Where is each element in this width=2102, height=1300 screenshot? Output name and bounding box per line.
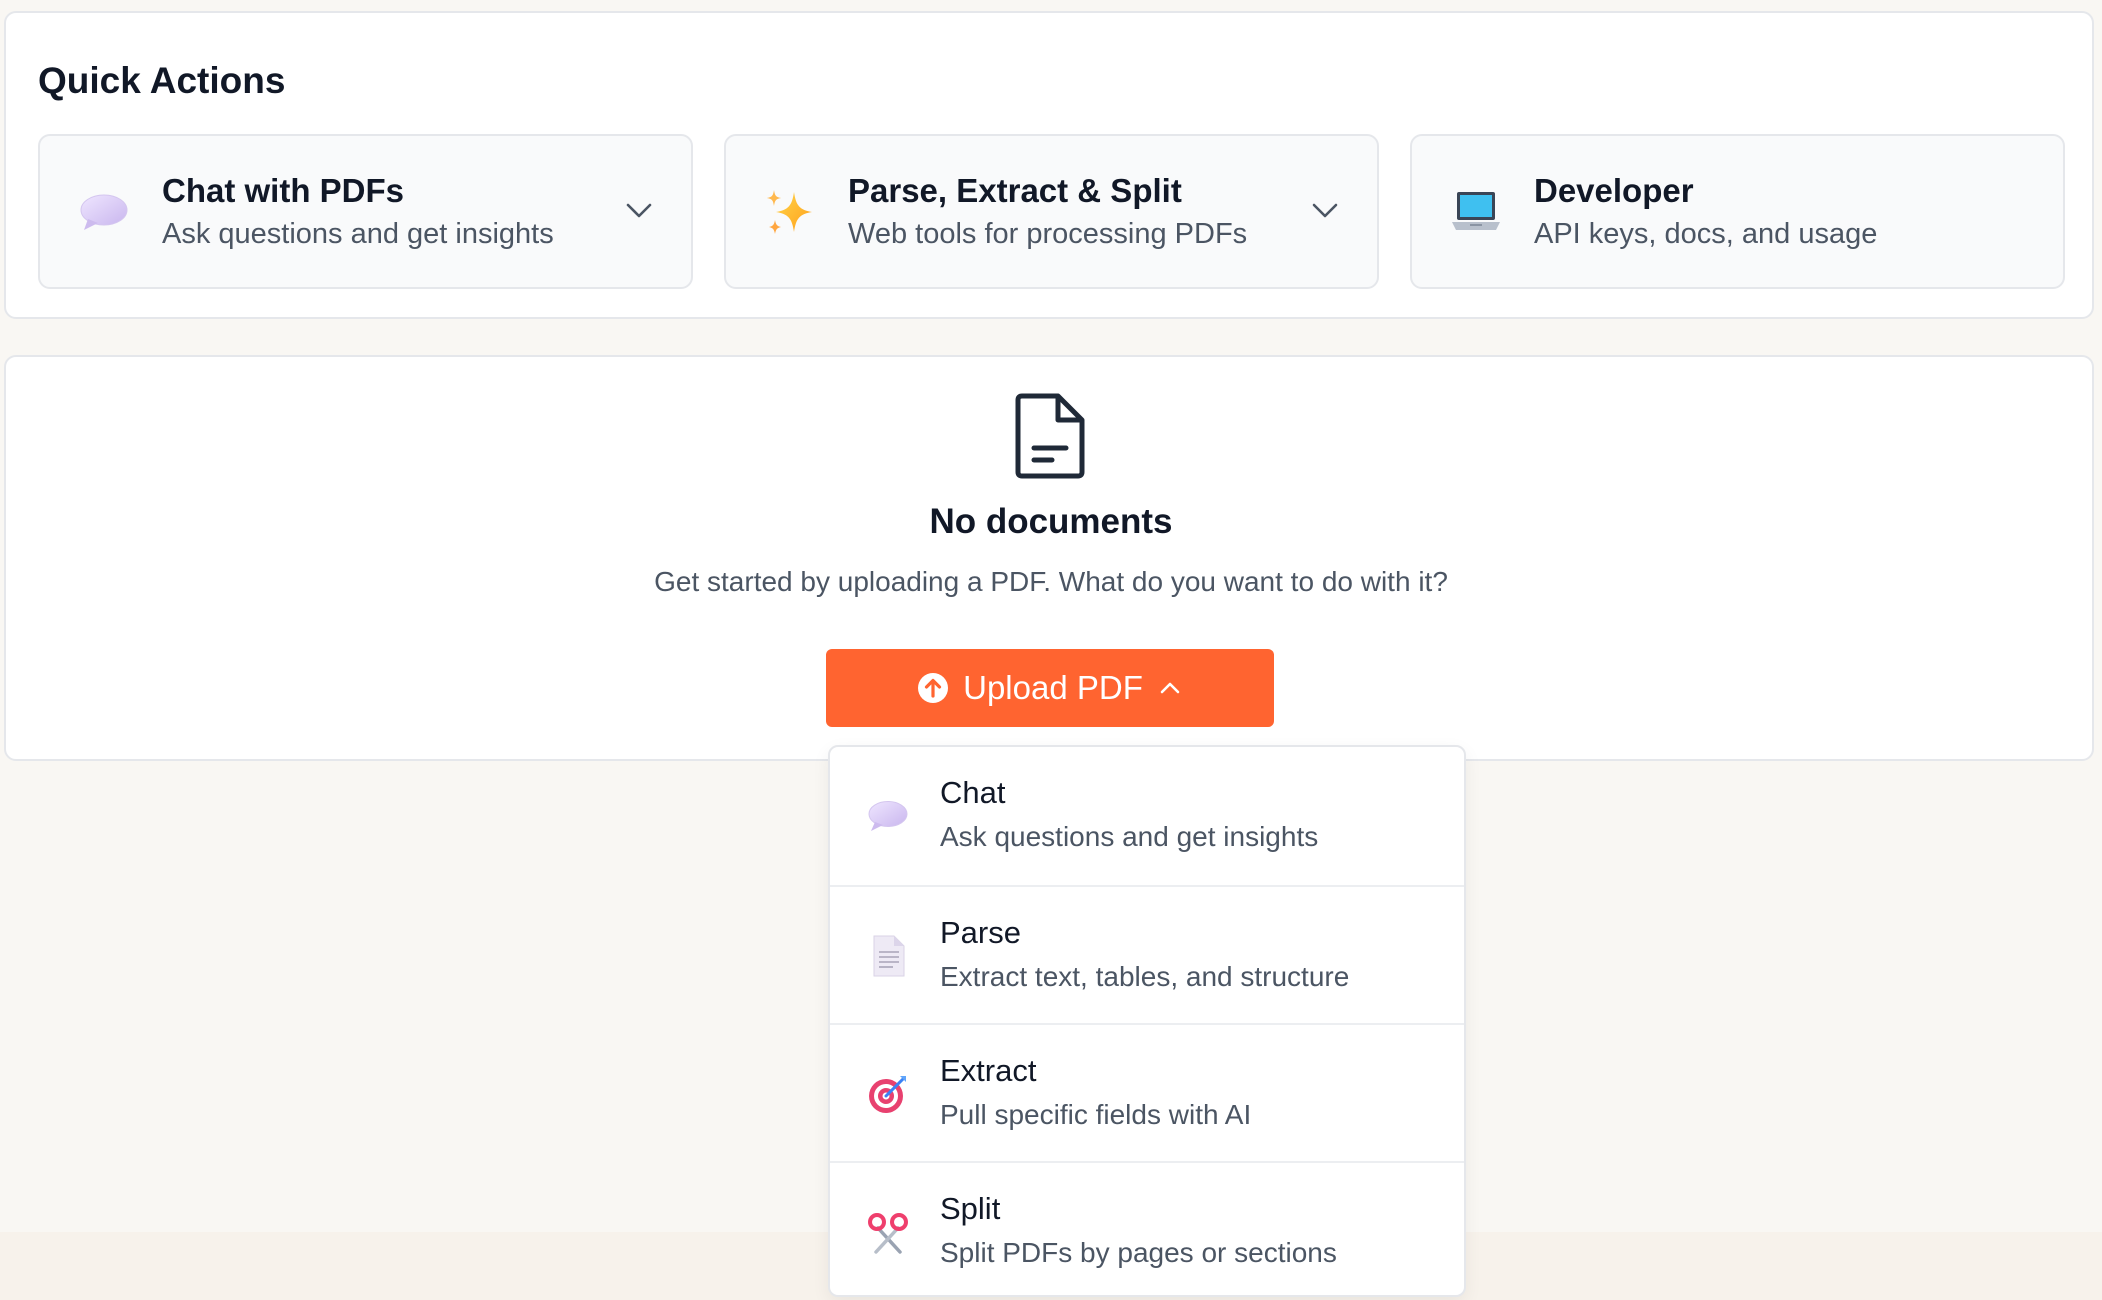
card-title: Chat with PDFs bbox=[162, 172, 405, 209]
chevron-down-icon[interactable] bbox=[1309, 194, 1341, 226]
target-icon bbox=[869, 1076, 906, 1113]
menu-item-title: Chat bbox=[940, 775, 1006, 810]
empty-state-subtitle: Get started by uploading a PDF. What do … bbox=[654, 566, 1448, 597]
speech-bubble-icon bbox=[80, 194, 128, 230]
menu-item-subtitle: Extract text, tables, and structure bbox=[940, 961, 1350, 992]
chevron-down-icon[interactable] bbox=[623, 194, 655, 226]
upload-circle-icon bbox=[918, 673, 949, 703]
menu-item-chat[interactable]: Chat Ask questions and get insights bbox=[830, 747, 1464, 885]
card-subtitle: Web tools for processing PDFs bbox=[848, 218, 1248, 250]
menu-item-subtitle: Split PDFs by pages or sections bbox=[940, 1237, 1337, 1268]
card-subtitle: Ask questions and get insights bbox=[162, 218, 554, 250]
chevron-up-icon bbox=[1160, 682, 1180, 694]
menu-item-extract[interactable]: Extract Pull specific fields with AI bbox=[830, 1023, 1464, 1161]
menu-item-title: Split bbox=[940, 1191, 1001, 1226]
card-title: Developer bbox=[1534, 172, 1694, 209]
quick-actions-panel: Quick Actions Chat with PDFs Ask questio… bbox=[4, 11, 2094, 319]
menu-item-title: Extract bbox=[940, 1053, 1037, 1088]
upload-pdf-button[interactable]: Upload PDF bbox=[826, 649, 1274, 727]
menu-item-subtitle: Pull specific fields with AI bbox=[940, 1099, 1252, 1130]
card-subtitle: API keys, docs, and usage bbox=[1534, 218, 1878, 250]
card-title: Parse, Extract & Split bbox=[848, 172, 1182, 209]
developer-card[interactable]: Developer API keys, docs, and usage bbox=[1410, 134, 2065, 289]
menu-item-parse[interactable]: Parse Extract text, tables, and structur… bbox=[830, 885, 1464, 1023]
chat-with-pdfs-card[interactable]: Chat with PDFs Ask questions and get ins… bbox=[38, 134, 693, 289]
quick-actions-title: Quick Actions bbox=[38, 60, 286, 101]
upload-pdf-label: Upload PDF bbox=[963, 669, 1143, 706]
empty-state-title: No documents bbox=[929, 502, 1173, 541]
page-icon bbox=[873, 935, 905, 977]
menu-item-title: Parse bbox=[940, 915, 1021, 950]
scissors-icon bbox=[868, 1213, 908, 1254]
speech-bubble-icon bbox=[868, 801, 908, 831]
laptop-icon bbox=[1452, 192, 1500, 230]
menu-item-subtitle: Ask questions and get insights bbox=[940, 821, 1319, 852]
parse-extract-split-card[interactable]: Parse, Extract & Split Web tools for pro… bbox=[724, 134, 1379, 289]
document-icon bbox=[1015, 393, 1085, 479]
sparkles-icon bbox=[767, 190, 812, 234]
menu-item-split[interactable]: Split Split PDFs by pages or sections bbox=[830, 1161, 1464, 1295]
upload-options-menu: Chat Ask questions and get insights Pars… bbox=[828, 745, 1466, 1297]
